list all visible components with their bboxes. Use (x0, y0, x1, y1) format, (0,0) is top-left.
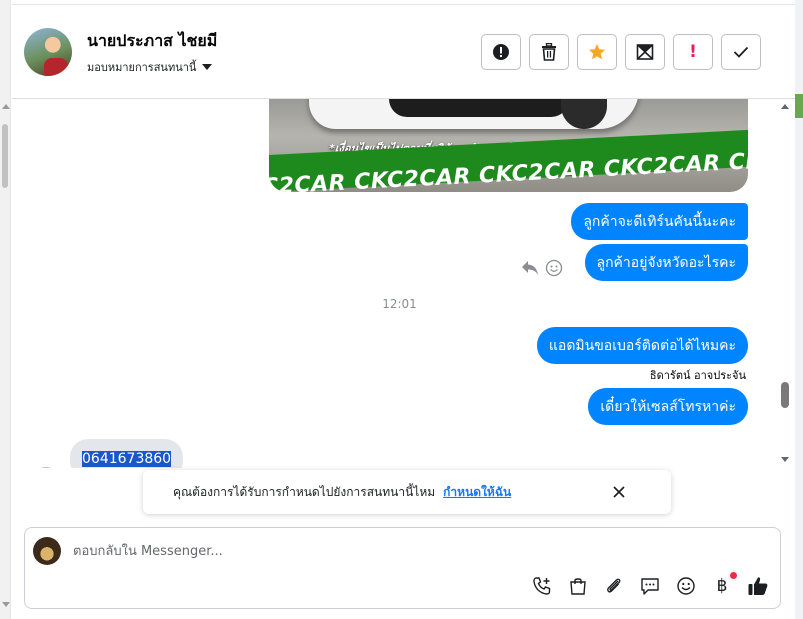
delete-button[interactable] (529, 34, 569, 70)
emoji-button[interactable] (674, 574, 698, 598)
scroll-up-arrow[interactable] (2, 104, 10, 109)
reply-input[interactable] (73, 542, 673, 560)
scroll-up-arrow[interactable] (781, 104, 789, 109)
priority-button[interactable]: ! (673, 34, 713, 70)
payment-button[interactable]: ฿ (710, 572, 737, 598)
banner-text: คุณต้องการได้รับการกำหนดไปยังการสนทนานี้… (173, 484, 436, 499)
star-button[interactable] (577, 34, 617, 70)
outgoing-message[interactable]: เดี๋ยวให้เซลส์โทรหาค่ะ (588, 388, 748, 425)
timestamp-separator: 12:01 (382, 297, 417, 311)
check-icon (733, 46, 749, 58)
alert-circle-icon (493, 44, 509, 60)
message-hover-actions (521, 259, 563, 277)
like-button[interactable] (746, 574, 770, 598)
outgoing-message[interactable]: แอดมินขอเบอร์ติดต่อได้ไหมคะ (536, 327, 748, 364)
selected-phone-number[interactable]: 0641673860 (82, 451, 172, 467)
contact-name[interactable]: นายประภาส ไชยมี (87, 29, 217, 54)
baht-icon: ฿ (716, 576, 728, 596)
outgoing-message[interactable]: ลูกค้าอยู่จังหวัดอะไรคะ (584, 244, 748, 281)
chat-bubble-icon (641, 578, 659, 595)
conversation-header: นายประภาส ไชยมี มอบหมายการสนทนานี้ ! (12, 0, 795, 99)
mail-icon (636, 44, 654, 60)
smiley-icon (677, 577, 695, 595)
reply-icon[interactable] (521, 260, 539, 276)
exclamation-icon: ! (689, 42, 697, 62)
shopping-bag-icon (570, 578, 586, 595)
trash-icon (542, 43, 556, 61)
scroll-down-arrow[interactable] (2, 602, 10, 607)
thumbs-up-icon (748, 577, 768, 595)
caret-down-icon (202, 64, 213, 70)
notification-dot (730, 572, 737, 579)
page-scrollbar[interactable] (0, 0, 11, 619)
call-button[interactable] (530, 574, 554, 598)
assign-label: มอบหมายการสนทนานี้ (87, 61, 197, 74)
message-thread[interactable]: *เงื่อนไขเป็นไปตามที่บริษัทฯ กำหนด โทรสอ… (12, 99, 777, 468)
contact-avatar[interactable] (24, 28, 72, 76)
paperclip-icon (607, 578, 621, 593)
mark-done-button[interactable] (721, 34, 761, 70)
car-photo-attachment[interactable]: *เงื่อนไขเป็นไปตามที่บริษัทฯ กำหนด โทรสอ… (269, 99, 748, 192)
close-icon[interactable] (610, 483, 628, 501)
assign-dropdown[interactable]: มอบหมายการสนทนานี้ (87, 58, 213, 76)
composer-toolbar: ฿ (530, 572, 770, 598)
incoming-message[interactable]: 0641673860 (70, 439, 184, 468)
outgoing-message[interactable]: ลูกค้าจะดีเทิร์นคันนี้นะคะ (571, 203, 748, 240)
contact-avatar-small (32, 467, 60, 468)
emoji-react-icon[interactable] (545, 259, 563, 277)
sender-name: ธิดารัตน์ อาจประจัน (649, 369, 746, 382)
mark-spam-button[interactable] (481, 34, 521, 70)
page-avatar (33, 537, 61, 565)
scroll-thumb[interactable] (2, 124, 8, 188)
scroll-thumb[interactable] (781, 382, 789, 408)
assign-to-me-link[interactable]: กำหนดให้ฉัน (443, 483, 511, 502)
scroll-down-arrow[interactable] (781, 457, 789, 462)
message-composer: ฿ (24, 527, 781, 609)
attach-button[interactable] (602, 574, 626, 598)
saved-replies-button[interactable] (638, 574, 662, 598)
star-icon (589, 44, 605, 60)
mark-unread-button[interactable] (625, 34, 665, 70)
divider (12, 4, 795, 5)
car-grille-shape (389, 99, 569, 117)
thread-scrollbar[interactable] (777, 99, 795, 468)
background-image-fragment (795, 94, 803, 118)
assign-suggestion-banner: คุณต้องการได้รับการกำหนดไปยังการสนทนานี้… (143, 470, 671, 514)
phone-plus-icon (533, 577, 551, 595)
right-edge-strip (795, 0, 803, 619)
avatar-photo (44, 58, 68, 76)
shop-button[interactable] (566, 574, 590, 598)
